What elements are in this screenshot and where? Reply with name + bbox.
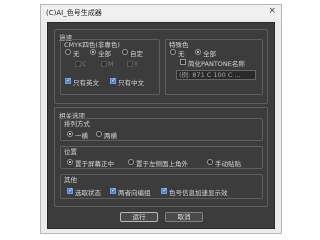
group-both-checkbox[interactable]: ✓ bbox=[110, 188, 116, 194]
filter-group: 過濾 CMYK四色(非專色) 无 全部 自定 C M Y ✓ 只有英文 ✓ 只有 bbox=[54, 29, 268, 104]
spot-radio-all[interactable] bbox=[195, 49, 201, 55]
cmyk-radio-none[interactable] bbox=[65, 49, 71, 55]
simplify-pantone-checkbox[interactable] bbox=[180, 59, 186, 65]
position-group-title: 位置 bbox=[64, 148, 77, 156]
simplify-pantone-label: 简化PANTONE名称 bbox=[188, 60, 245, 68]
sort-radio-one-row-label: 一横 bbox=[75, 132, 88, 140]
cmyk-check-c-label: C bbox=[82, 60, 87, 68]
cmyk-check-y-label: Y bbox=[134, 60, 138, 68]
cmyk-radio-all[interactable] bbox=[90, 49, 96, 55]
position-radio-manual[interactable] bbox=[207, 159, 213, 165]
sort-radio-two-rows[interactable] bbox=[96, 131, 102, 137]
options-group: 相关选项 排列方式 一横 两横 位置 置于屏幕正中 置于左侧面上角外 手动贴贴 bbox=[54, 107, 268, 207]
cmyk-check-m-label: M bbox=[108, 60, 114, 68]
cancel-button[interactable]: 取消 bbox=[165, 212, 203, 222]
sort-radio-one-row[interactable] bbox=[67, 131, 73, 137]
spot-radio-none[interactable] bbox=[170, 49, 176, 55]
dialog-window: (C)AI_色号生成器 × 過濾 CMYK四色(非專色) 无 全部 自定 C M… bbox=[40, 4, 282, 234]
other-group-title: 其他 bbox=[64, 176, 77, 184]
only-chinese-checkbox[interactable]: ✓ bbox=[110, 78, 116, 84]
cmyk-check-m[interactable] bbox=[101, 61, 107, 67]
position-radio-top-left-label: 置于左侧面上角外 bbox=[136, 160, 188, 168]
window-title: (C)AI_色号生成器 bbox=[46, 9, 102, 17]
spot-radio-none-label: 无 bbox=[178, 50, 185, 58]
other-group: 其他 ✓ 选取状态 ✓ 两者向编组 ✓ 色号信息加速显示效 bbox=[60, 174, 263, 199]
title-bar[interactable]: (C)AI_色号生成器 × bbox=[41, 5, 281, 19]
group-both-label: 两者向编组 bbox=[118, 189, 151, 197]
cmyk-radio-custom-label: 自定 bbox=[130, 50, 143, 58]
spot-radio-all-label: 全部 bbox=[203, 50, 216, 58]
color-info-label: 色号信息加速显示效 bbox=[169, 189, 228, 197]
cmyk-radio-all-label: 全部 bbox=[98, 50, 111, 58]
dialog-content: 過濾 CMYK四色(非專色) 无 全部 自定 C M Y ✓ 只有英文 ✓ 只有 bbox=[47, 22, 275, 229]
close-icon[interactable]: × bbox=[268, 6, 276, 16]
position-radio-center[interactable] bbox=[67, 159, 73, 165]
cmyk-check-y[interactable] bbox=[127, 61, 133, 67]
cmyk-group: CMYK四色(非專色) 无 全部 自定 C M Y ✓ 只有英文 ✓ 只有中文 bbox=[60, 39, 160, 95]
only-english-checkbox[interactable]: ✓ bbox=[65, 78, 71, 84]
cmyk-check-c[interactable] bbox=[75, 61, 81, 67]
position-radio-manual-label: 手动贴贴 bbox=[215, 160, 241, 168]
position-group: 位置 置于屏幕正中 置于左侧面上角外 手动贴贴 bbox=[60, 146, 263, 169]
only-chinese-label: 只有中文 bbox=[118, 79, 144, 87]
selection-state-checkbox[interactable]: ✓ bbox=[67, 188, 73, 194]
pantone-example-field[interactable]: (例: 871 C 100 C ... bbox=[176, 70, 256, 80]
position-radio-top-left[interactable] bbox=[128, 159, 134, 165]
only-english-label: 只有英文 bbox=[73, 79, 99, 87]
sort-radio-two-rows-label: 两横 bbox=[104, 132, 117, 140]
spot-group: 特殊色 无 全部 简化PANTONE名称 (例: 871 C 100 C ... bbox=[165, 39, 263, 95]
color-info-checkbox[interactable]: ✓ bbox=[161, 188, 167, 194]
run-button[interactable]: 运行 bbox=[120, 212, 158, 222]
position-radio-center-label: 置于屏幕正中 bbox=[75, 160, 114, 168]
cmyk-radio-none-label: 无 bbox=[73, 50, 80, 58]
sort-group: 排列方式 一横 两横 bbox=[60, 118, 263, 141]
selection-state-label: 选取状态 bbox=[75, 189, 101, 197]
cmyk-radio-custom[interactable] bbox=[122, 49, 128, 55]
sort-group-title: 排列方式 bbox=[64, 120, 90, 128]
